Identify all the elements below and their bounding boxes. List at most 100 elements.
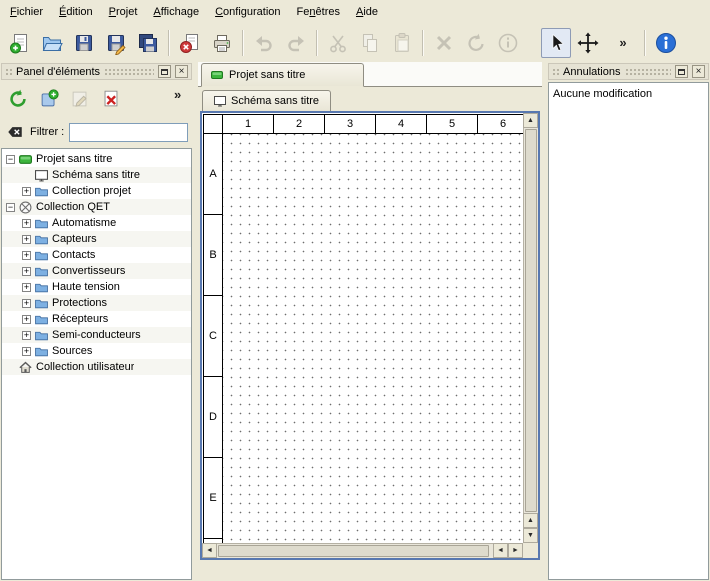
save-all-button[interactable] [133, 28, 163, 58]
diagram-viewport[interactable]: 123456 ABCDE [202, 113, 523, 543]
project-tab[interactable]: Projet sans titre [201, 63, 364, 87]
close-file-button[interactable] [175, 28, 205, 58]
toolbar-overflow-button[interactable]: » [615, 28, 631, 58]
tree-item[interactable]: +Haute tension [2, 279, 191, 295]
undo-empty-item[interactable]: Aucune modification [553, 86, 704, 102]
print-button[interactable] [207, 28, 237, 58]
folder-icon [35, 233, 48, 246]
copy-pages-icon [358, 31, 382, 55]
tree-item[interactable]: Schéma sans titre [2, 167, 191, 183]
float-icon [161, 69, 168, 75]
tree-item[interactable]: +Sources [2, 343, 191, 359]
menu-fichier[interactable]: Fichier [2, 3, 51, 21]
redo-arrow-icon [284, 31, 308, 55]
scroll-up-button[interactable]: ▲ [523, 113, 538, 128]
undo-titlebar[interactable]: Annulations × [548, 63, 709, 80]
elements-panel-titlebar[interactable]: Panel d'éléments × [1, 63, 192, 80]
select-mode-button[interactable] [541, 28, 571, 58]
menu-bar: FichierÉditionProjetAffichageConfigurati… [0, 0, 710, 23]
vertical-scrollbar[interactable]: ▲ ▲ ▼ [523, 113, 538, 543]
menu-projet[interactable]: Projet [101, 3, 146, 21]
properties-button[interactable] [493, 28, 523, 58]
tree-item[interactable]: +Collection projet [2, 183, 191, 199]
float-button[interactable] [158, 65, 171, 78]
menu-fenetres[interactable]: Fenêtres [289, 3, 348, 21]
tree-item[interactable]: + Automatisme [2, 215, 191, 231]
tree-item[interactable]: +Capteurs [2, 231, 191, 247]
elements-panel-title: Panel d'éléments [16, 66, 100, 78]
folder-icon [35, 297, 48, 310]
scroll-up-button-2[interactable]: ▲ [523, 513, 538, 528]
expander-plus-icon[interactable]: + [22, 299, 31, 308]
toolbar-separator [422, 30, 424, 56]
menu-edition[interactable]: Édition [51, 3, 101, 21]
expander-plus-icon[interactable]: + [22, 283, 31, 292]
menu-aide[interactable]: Aide [348, 3, 386, 21]
schema-icon [214, 95, 226, 107]
expander-plus-icon[interactable]: + [22, 315, 31, 324]
float-button[interactable] [675, 65, 688, 78]
schema-tab[interactable]: Schéma sans titre [202, 90, 331, 111]
tree-item[interactable]: +Protections [2, 295, 191, 311]
undo-button[interactable] [249, 28, 279, 58]
scroll-left-button-2[interactable]: ◄ [493, 543, 508, 558]
expander-minus-icon[interactable]: − [6, 203, 15, 212]
expander-plus-icon[interactable]: + [22, 331, 31, 340]
undo-arrow-icon [252, 31, 276, 55]
diagram-grid[interactable] [223, 134, 523, 543]
scroll-down-button[interactable]: ▼ [523, 528, 538, 543]
panel-overflow-button[interactable]: » [173, 85, 189, 113]
redo-button[interactable] [281, 28, 311, 58]
scroll-right-button[interactable]: ► [508, 543, 523, 558]
tree-item-label: Automatisme [52, 217, 116, 229]
column-header: 6 [478, 114, 523, 134]
project-tab-label: Projet sans titre [229, 69, 305, 81]
save-button[interactable] [69, 28, 99, 58]
scroll-left-button[interactable]: ◄ [202, 543, 217, 558]
tree-item[interactable]: +Récepteurs [2, 311, 191, 327]
horizontal-scroll-thumb[interactable] [218, 545, 489, 557]
tree-item[interactable]: −Collection QET [2, 199, 191, 215]
chevron-double-icon: » [619, 36, 626, 49]
cut-button[interactable] [323, 28, 353, 58]
rotate-button[interactable] [461, 28, 491, 58]
close-button[interactable]: × [692, 65, 705, 78]
new-file-icon [8, 31, 32, 55]
menu-configuration[interactable]: Configuration [207, 3, 288, 21]
vertical-scroll-thumb[interactable] [525, 129, 537, 512]
tree-item[interactable]: Collection utilisateur [2, 359, 191, 375]
menu-affichage[interactable]: Affichage [145, 3, 207, 21]
edit-element-button[interactable] [66, 85, 94, 113]
expander-plus-icon[interactable]: + [22, 235, 31, 244]
save-as-button[interactable] [101, 28, 131, 58]
undo-title: Annulations [563, 66, 621, 78]
expander-plus-icon[interactable]: + [22, 267, 31, 276]
tree-item[interactable]: +Semi-conducteurs [2, 327, 191, 343]
clear-filter-button[interactable] [5, 122, 25, 142]
tree-item[interactable]: +Contacts [2, 247, 191, 263]
filter-input[interactable] [69, 123, 188, 142]
expander-minus-icon[interactable]: − [6, 155, 15, 164]
open-file-button[interactable] [37, 28, 67, 58]
new-element-icon [38, 88, 60, 110]
ruler-corner [203, 114, 223, 134]
expander-plus-icon[interactable]: + [22, 187, 31, 196]
copy-button[interactable] [355, 28, 385, 58]
reload-collections-button[interactable] [4, 85, 32, 113]
expander-plus-icon[interactable]: + [22, 219, 31, 228]
toolbar-separator [242, 30, 244, 56]
about-qet-button[interactable] [651, 28, 681, 58]
delete-button[interactable] [429, 28, 459, 58]
expander-plus-icon[interactable]: + [22, 251, 31, 260]
tree-item[interactable]: +Convertisseurs [2, 263, 191, 279]
new-file-button[interactable] [5, 28, 35, 58]
close-button[interactable]: × [175, 65, 188, 78]
new-element-button[interactable] [35, 85, 63, 113]
visualise-mode-button[interactable] [573, 28, 603, 58]
paste-button[interactable] [387, 28, 417, 58]
delete-element-button[interactable] [97, 85, 125, 113]
dock-grip [104, 67, 154, 76]
expander-plus-icon[interactable]: + [22, 347, 31, 356]
horizontal-scrollbar[interactable]: ◄ ◄ ► [202, 543, 523, 558]
tree-item[interactable]: −Projet sans titre [2, 151, 191, 167]
